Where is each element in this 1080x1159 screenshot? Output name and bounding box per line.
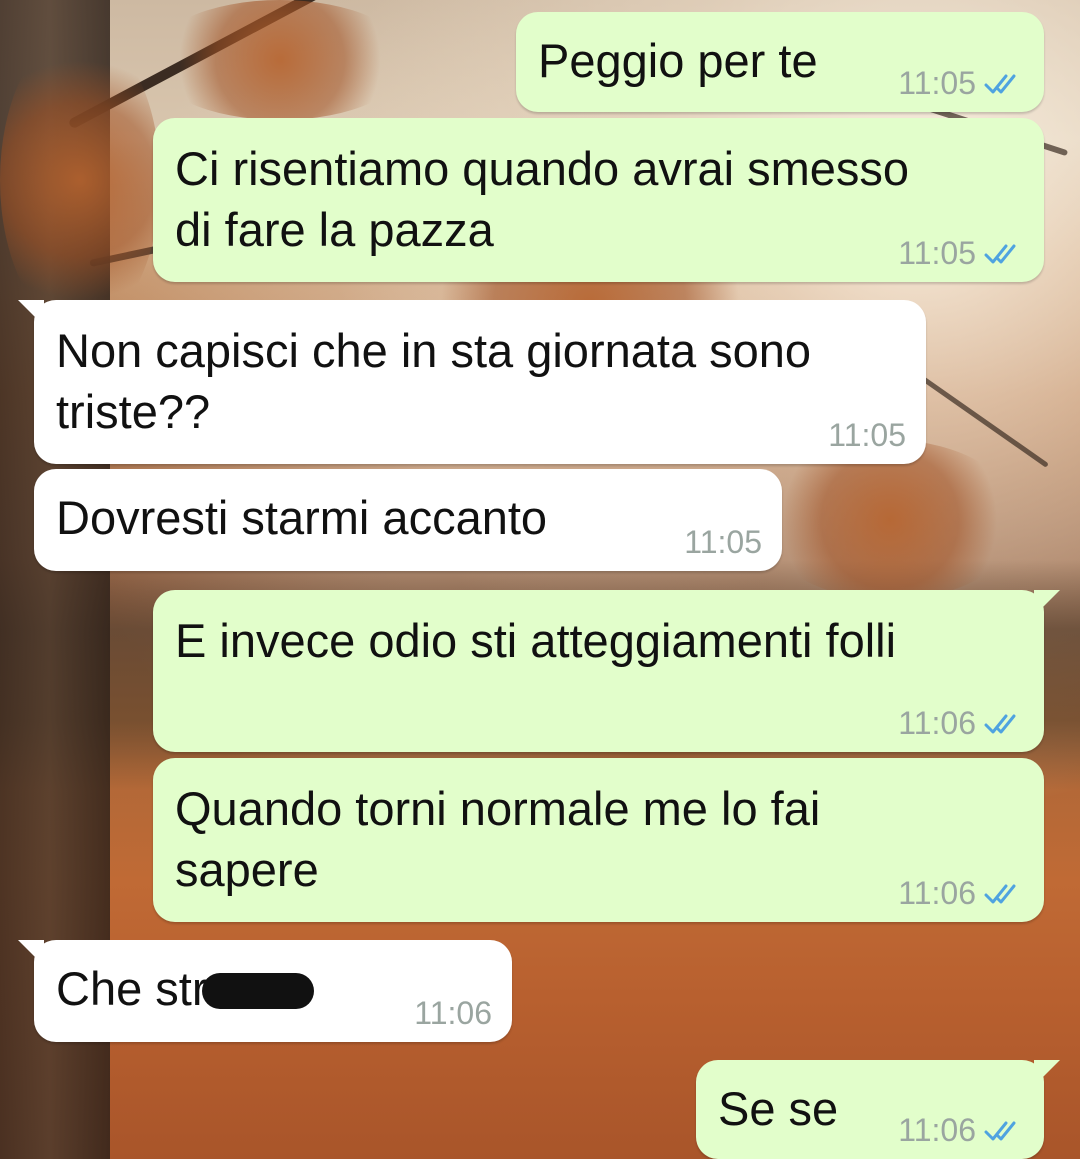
message-text-container: Che str (56, 958, 314, 1019)
message-meta: 11:05 (898, 65, 1024, 102)
message-time: 11:06 (898, 705, 976, 741)
double-check-icon (984, 244, 1016, 263)
outgoing-message[interactable]: E invece odio sti atteggiamenti folli 11… (153, 590, 1060, 752)
double-check-icon (984, 714, 1016, 733)
message-text: Dovresti starmi accanto (56, 491, 548, 544)
message-text: E invece odio sti atteggiamenti folli (175, 614, 897, 667)
bubble-tail (18, 300, 44, 326)
outgoing-message[interactable]: Se se 11:06 (696, 1060, 1060, 1159)
message-meta: 11:05 (828, 417, 906, 454)
message-meta: 11:06 (898, 875, 1024, 912)
bubble-tail (1034, 590, 1060, 616)
message-time: 11:06 (898, 1112, 976, 1148)
message-time: 11:05 (898, 235, 976, 271)
message-text: Se se (718, 1082, 839, 1135)
message-text: Non capisci che in sta giornata sono tri… (56, 324, 812, 438)
message-meta: 11:05 (684, 524, 762, 561)
message-meta: 11:06 (898, 1112, 1024, 1149)
message-time: 11:06 (414, 995, 492, 1031)
message-meta: 11:05 (898, 235, 1024, 272)
double-check-icon (984, 1121, 1016, 1140)
bubble-tail (1034, 1060, 1060, 1086)
message-text: Peggio per te (538, 34, 818, 87)
incoming-message[interactable]: Non capisci che in sta giornata sono tri… (18, 300, 926, 464)
chat-message-list[interactable]: Peggio per te 11:05 Ci risentiamo quando… (0, 0, 1080, 1159)
incoming-message[interactable]: Dovresti starmi accanto 11:05 (34, 469, 782, 571)
incoming-message[interactable]: Che str 11:06 (18, 940, 512, 1042)
message-text: Che str (56, 962, 208, 1015)
outgoing-message[interactable]: Ci risentiamo quando avrai smesso di far… (153, 118, 1044, 282)
redaction-scribble (201, 972, 314, 1009)
message-meta: 11:06 (414, 995, 492, 1032)
bubble-tail (18, 940, 44, 966)
message-time: 11:05 (828, 417, 906, 453)
message-time: 11:05 (684, 524, 762, 560)
outgoing-message[interactable]: Quando torni normale me lo fai sapere 11… (153, 758, 1044, 922)
message-text: Ci risentiamo quando avrai smesso di far… (175, 142, 910, 256)
double-check-icon (984, 884, 1016, 903)
outgoing-message[interactable]: Peggio per te 11:05 (516, 12, 1044, 112)
message-meta: 11:06 (898, 705, 1024, 742)
message-time: 11:05 (898, 65, 976, 101)
message-text: Quando torni normale me lo fai sapere (175, 782, 821, 896)
message-time: 11:06 (898, 875, 976, 911)
double-check-icon (984, 74, 1016, 93)
